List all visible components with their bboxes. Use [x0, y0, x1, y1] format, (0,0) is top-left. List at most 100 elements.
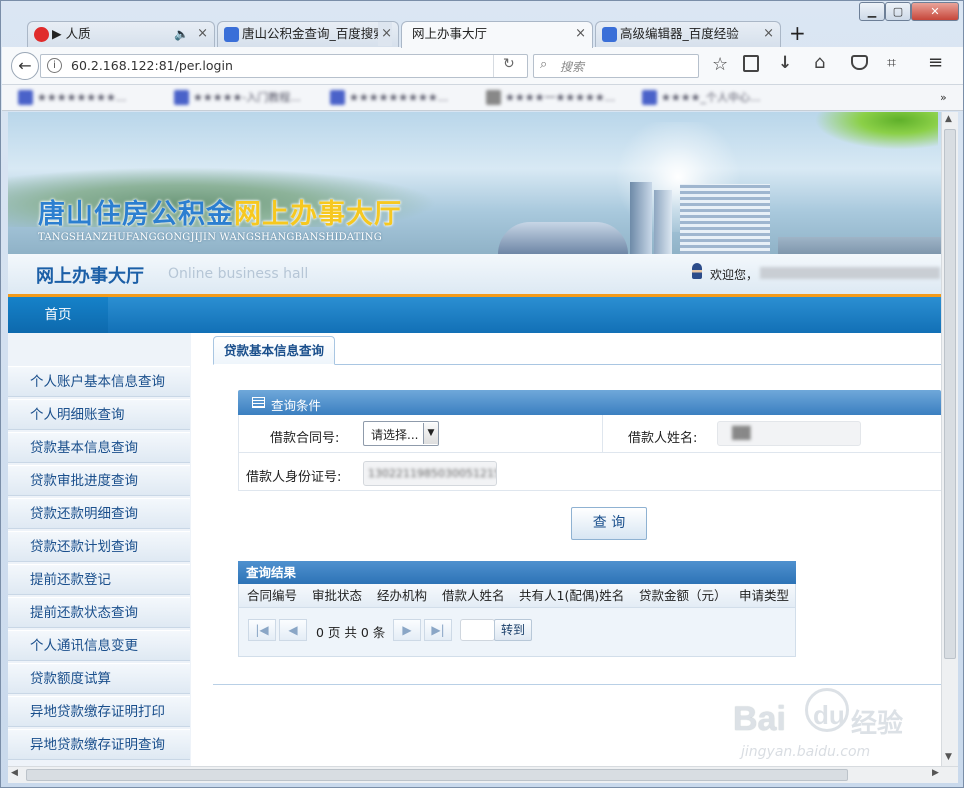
- back-button[interactable]: ←: [11, 52, 39, 80]
- skyline-graphic: [778, 237, 941, 254]
- menu-home[interactable]: 首页: [8, 297, 108, 333]
- search-box[interactable]: ⌕ 搜索: [533, 54, 699, 78]
- borrower-name-label: 借款人姓名:: [628, 431, 698, 446]
- sidebar-item-contact-change[interactable]: 个人通讯信息变更: [8, 630, 190, 661]
- horizontal-scrollbar[interactable]: ◀ ▶: [8, 766, 958, 783]
- sidebar-item-loan-approval[interactable]: 贷款审批进度查询: [8, 465, 190, 496]
- results-columns: 合同编号 审批状态 经办机构 借款人姓名 共有人1(配偶)姓名 贷款金额（元） …: [239, 584, 795, 608]
- baidu-paw-icon: [224, 27, 239, 42]
- content-divider: [213, 684, 941, 685]
- sidebar-item-ledger[interactable]: 个人明细账查询: [8, 399, 190, 430]
- goto-button[interactable]: 转到: [494, 619, 532, 641]
- page-content: 唐山住房公积金网上办事大厅 TANGSHANZHUFANGGONGJIJIN W…: [8, 112, 941, 766]
- column-header[interactable]: 申请类型: [739, 584, 789, 607]
- reading-list-icon[interactable]: [743, 55, 759, 72]
- last-page-button[interactable]: ▶|: [424, 619, 452, 641]
- sidebar-item-proof-query[interactable]: 异地贷款缴存证明查询: [8, 729, 190, 760]
- column-header[interactable]: 经办机构: [377, 584, 427, 607]
- prev-page-button[interactable]: ◀: [279, 619, 307, 641]
- bookmark-item[interactable]: ★★★★★-入门教程...: [174, 90, 322, 106]
- star-icon[interactable]: ☆: [712, 54, 728, 75]
- sidebar-item-prepay-register[interactable]: 提前还款登记: [8, 564, 190, 595]
- column-header[interactable]: 借款人姓名: [442, 584, 505, 607]
- conditions-header: 查询条件: [238, 390, 941, 415]
- speaker-icon[interactable]: 🔈: [174, 22, 189, 46]
- column-header[interactable]: 合同编号: [247, 584, 297, 607]
- close-icon[interactable]: ×: [575, 22, 586, 46]
- main-menu: 首页: [8, 297, 941, 333]
- chevron-down-icon[interactable]: ▼: [423, 423, 438, 444]
- home-icon[interactable]: ⌂: [814, 52, 825, 73]
- sidebar: 个人账户基本信息查询 个人明细账查询 贷款基本信息查询 贷款审批进度查询 贷款还…: [8, 333, 191, 766]
- user-icon: [692, 263, 702, 279]
- tab-label: 网上办事大厅: [412, 26, 488, 41]
- conditions-title: 查询条件: [271, 398, 322, 413]
- download-icon[interactable]: ↓: [778, 53, 792, 73]
- scroll-thumb[interactable]: [944, 129, 956, 659]
- column-header[interactable]: 审批状态: [312, 584, 362, 607]
- reload-icon[interactable]: ↻: [503, 56, 515, 72]
- close-icon[interactable]: ×: [763, 22, 774, 46]
- sidebar-item-prepay-status[interactable]: 提前还款状态查询: [8, 597, 190, 628]
- bookmark-item[interactable]: ★★★★_个人中心...: [642, 90, 788, 106]
- tab-baidu-search[interactable]: 唐山公积金查询_百度搜索 ×: [217, 21, 399, 47]
- scroll-thumb[interactable]: [26, 769, 848, 781]
- bookmark-item[interactable]: ★★★★★★★★...: [18, 90, 164, 106]
- maximize-button[interactable]: ▢: [885, 2, 911, 21]
- page-number-input[interactable]: [460, 619, 495, 641]
- contract-label: 借款合同号:: [270, 431, 340, 446]
- id-number-field[interactable]: 1302211985030051215: [363, 461, 497, 486]
- baidu-jingyan-watermark: Bai du 经验 jingyan.baidu.com: [733, 688, 938, 766]
- hall-header: 网上办事大厅 Online business hall 欢迎您，: [8, 254, 941, 294]
- menu-icon[interactable]: ≡: [928, 52, 943, 73]
- bookmarks-overflow-icon[interactable]: »: [940, 90, 954, 106]
- tab-loan-info[interactable]: 贷款基本信息查询: [213, 336, 335, 365]
- query-button[interactable]: 查 询: [571, 507, 647, 540]
- borrower-name-field[interactable]: ██: [717, 421, 861, 446]
- bookmark-icon: [18, 90, 33, 105]
- office-building-graphic: [680, 184, 770, 254]
- sidebar-item-loan-info[interactable]: 贷款基本信息查询: [8, 432, 190, 463]
- bookmark-icon: [642, 90, 657, 105]
- column-header[interactable]: 共有人1(配偶)姓名: [519, 584, 624, 607]
- close-icon[interactable]: ×: [197, 22, 208, 46]
- contract-select[interactable]: 请选择... ▼: [363, 421, 439, 446]
- browser-window: ▁ ▢ ✕ ▶ 人质 🔈 × 唐山公积金查询_百度搜索 × 网上办事大厅 × 高…: [0, 0, 964, 788]
- scroll-left-icon[interactable]: ◀: [11, 768, 18, 778]
- bookmark-item[interactable]: ★★★★★★★★★...: [330, 90, 478, 106]
- tab-online-hall[interactable]: 网上办事大厅 ×: [401, 21, 593, 48]
- url-text[interactable]: 60.2.168.122:81/per.login: [71, 58, 233, 73]
- sidebar-item-repayment-plan[interactable]: 贷款还款计划查询: [8, 531, 190, 562]
- tab-music[interactable]: ▶ 人质 🔈 ×: [27, 21, 215, 47]
- form-row-divider: [239, 452, 941, 453]
- next-page-button[interactable]: ▶: [393, 619, 421, 641]
- sidebar-item-repayment-detail[interactable]: 贷款还款明细查询: [8, 498, 190, 529]
- tab-baidu-jingyan[interactable]: 高级编辑器_百度经验 ×: [595, 21, 781, 47]
- crop-icon[interactable]: ⌗: [887, 53, 896, 73]
- scroll-right-icon[interactable]: ▶: [932, 768, 939, 778]
- pocket-icon[interactable]: [851, 55, 868, 70]
- url-bar[interactable]: i 60.2.168.122:81/per.login ↻: [40, 54, 528, 78]
- close-icon[interactable]: ×: [378, 22, 392, 46]
- sidebar-item-loan-calc[interactable]: 贷款额度试算: [8, 663, 190, 694]
- search-input[interactable]: 搜索: [560, 58, 584, 75]
- sidebar-item-account-info[interactable]: 个人账户基本信息查询: [8, 366, 190, 397]
- bookmarks-toolbar: ★★★★★★★★... ★★★★★-入门教程... ★★★★★★★★★... ★…: [2, 85, 963, 111]
- results-header: 查询结果: [238, 561, 796, 584]
- new-tab-button[interactable]: +: [789, 21, 806, 45]
- close-window-button[interactable]: ✕: [911, 2, 959, 21]
- table-icon: [252, 397, 265, 408]
- minimize-button[interactable]: ▁: [859, 2, 885, 21]
- info-icon[interactable]: i: [47, 58, 62, 73]
- tab-label: 唐山公积金查询_百度搜索: [242, 26, 386, 41]
- vertical-scrollbar[interactable]: ▲ ▼: [941, 112, 958, 766]
- bookmark-item[interactable]: ★★★★一★★★★★...: [486, 90, 632, 106]
- column-header[interactable]: 贷款金额（元）: [639, 584, 727, 607]
- scroll-down-icon[interactable]: ▼: [945, 752, 952, 762]
- sidebar-item-proof-print[interactable]: 异地贷款缴存证明打印: [8, 696, 190, 727]
- username-redacted: [760, 267, 940, 279]
- scroll-up-icon[interactable]: ▲: [945, 114, 952, 124]
- first-page-button[interactable]: |◀: [248, 619, 276, 641]
- banner-title: 唐山住房公积金网上办事大厅: [38, 199, 402, 230]
- leaves-decoration: [808, 112, 938, 152]
